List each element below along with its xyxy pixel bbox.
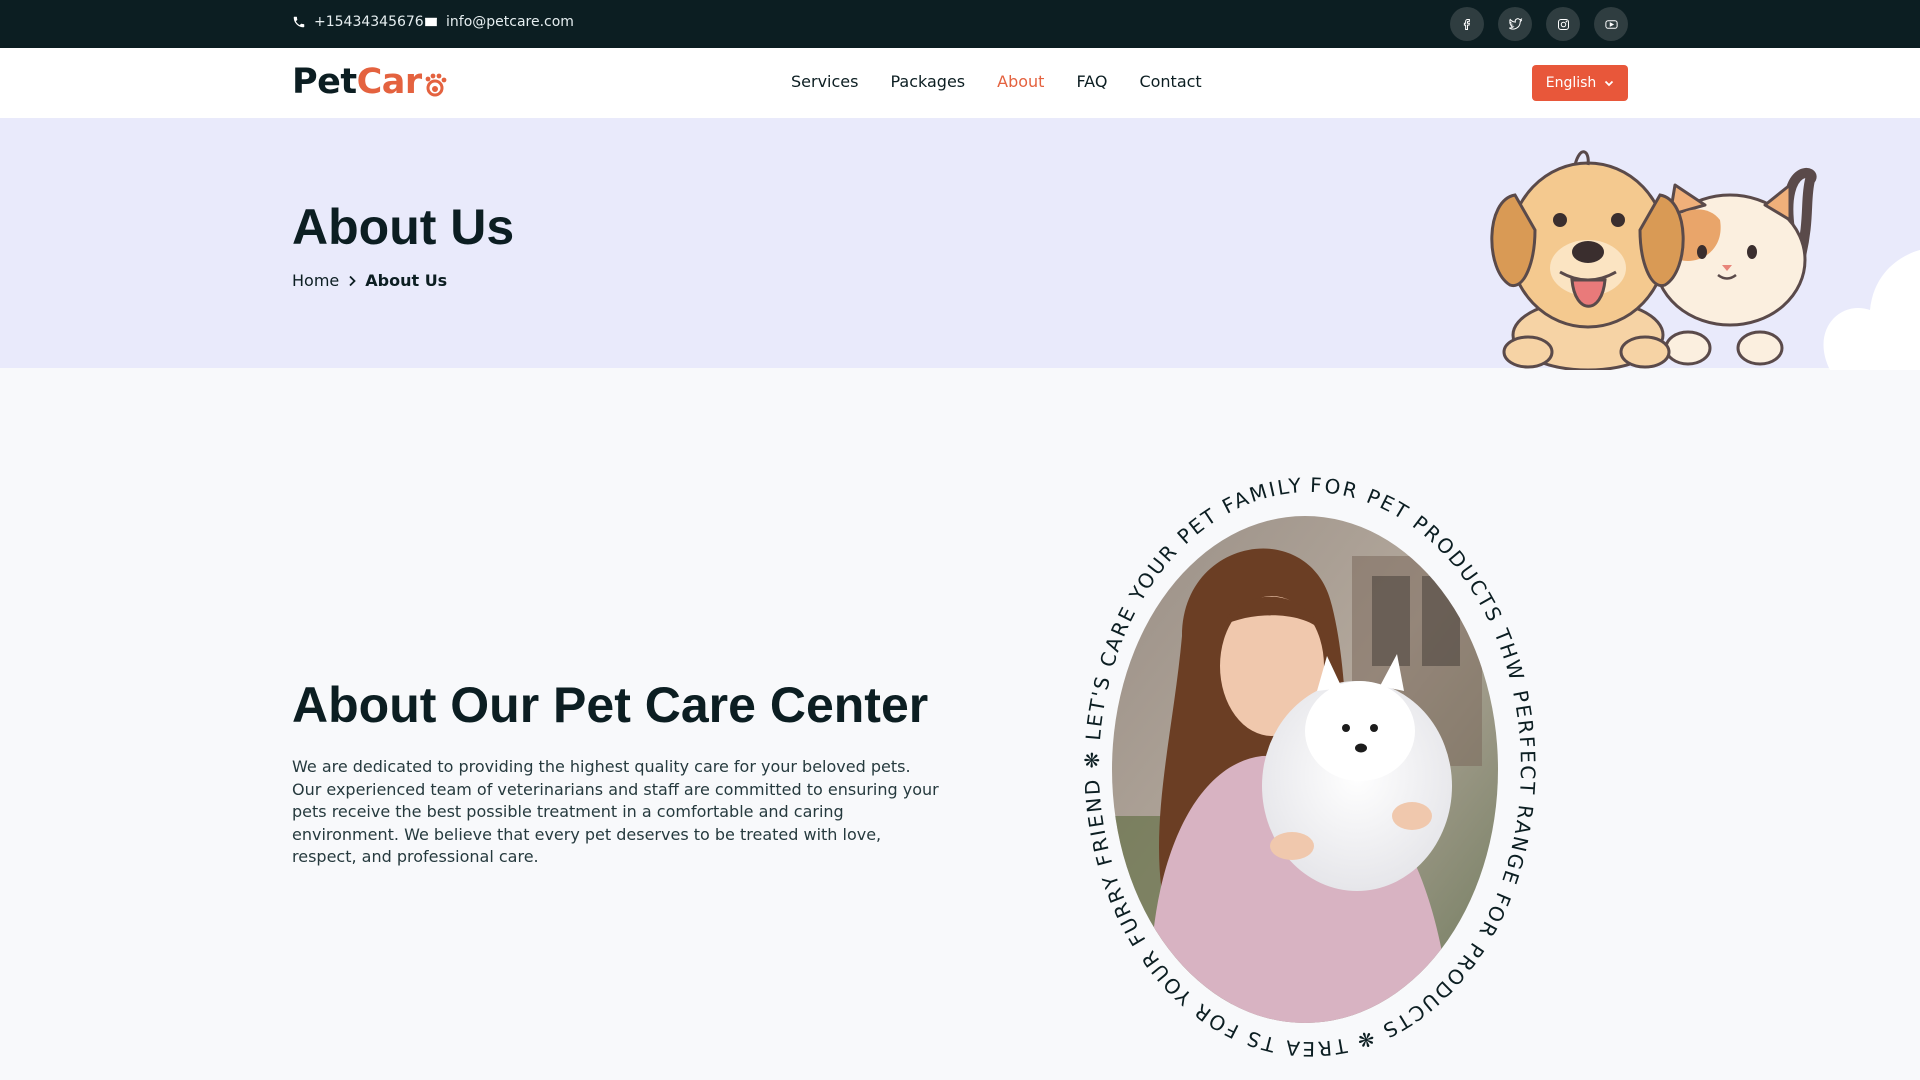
nav-faq[interactable]: FAQ	[1076, 72, 1107, 91]
page-title: About Us	[292, 199, 515, 255]
youtube-link[interactable]	[1594, 7, 1628, 41]
about-section-title: About Our Pet Care Center	[292, 677, 929, 733]
chevron-down-icon	[1605, 80, 1614, 87]
chevron-right-icon	[349, 275, 357, 286]
email-contact[interactable]: info@petcare.com	[424, 14, 574, 30]
petcare-logo[interactable]: Pet Car	[292, 62, 450, 102]
phone-contact[interactable]: +15434345676	[292, 14, 424, 30]
phone-icon	[293, 16, 305, 28]
nav-about[interactable]: About	[997, 72, 1044, 91]
main-navbar: Pet Car Services Packages About FAQ Cont…	[0, 48, 1920, 118]
email-address: info@petcare.com	[446, 14, 574, 30]
nav-services[interactable]: Services	[791, 72, 858, 91]
facebook-link[interactable]	[1450, 7, 1484, 41]
nav-packages[interactable]: Packages	[890, 72, 965, 91]
instagram-link[interactable]	[1546, 7, 1580, 41]
logo-text-car: Car	[356, 62, 423, 102]
dog-illustration	[1490, 150, 1685, 370]
primary-menu: Services Packages About FAQ Contact	[791, 72, 1234, 91]
facebook-icon	[1463, 18, 1470, 30]
breadcrumb-current: About Us	[365, 271, 448, 290]
about-image-with-circular-text: FOR PET PRODUCTS THW PERFECT RANGE FOR P…	[1070, 460, 1550, 1075]
breadcrumb: Home About Us	[292, 271, 447, 290]
girl-holding-dog-photo	[1112, 516, 1498, 1023]
twitter-link[interactable]	[1498, 7, 1532, 41]
logo-text-pet: Pet	[292, 62, 357, 102]
youtube-icon	[1604, 19, 1618, 29]
mail-icon	[425, 17, 437, 27]
top-bar: +15434345676 info@petcare.com	[0, 0, 1920, 48]
language-label: English	[1545, 75, 1597, 91]
breadcrumb-home[interactable]: Home	[292, 271, 339, 290]
instagram-icon	[1557, 18, 1569, 30]
phone-number: +15434345676	[314, 14, 424, 30]
twitter-icon	[1508, 17, 1522, 30]
social-links	[1450, 7, 1628, 41]
dog-and-cat-illustration	[1490, 150, 1920, 370]
language-selector[interactable]: English	[1532, 65, 1628, 101]
nav-contact[interactable]: Contact	[1139, 72, 1201, 91]
about-description: We are dedicated to providing the highes…	[292, 757, 939, 866]
paw-logo-icon	[425, 73, 447, 97]
